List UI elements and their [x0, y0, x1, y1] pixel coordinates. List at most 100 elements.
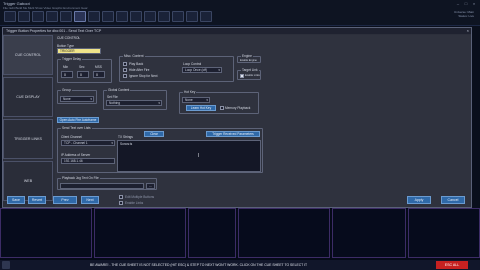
pencil-icon[interactable] [74, 11, 86, 22]
global-content-caption: Global Content [107, 88, 131, 92]
trigger-delay-group: Trigger Delay Min Sec MSS 0 0 0 [57, 57, 112, 83]
misc-content-group: Misc. Content Play Back Hide After Fire … [119, 54, 234, 82]
tab-cue-display[interactable]: CUE DISPLAY [3, 77, 53, 117]
app-menubar[interactable]: File: Edit Build Me Multi Show Video Gra… [3, 6, 88, 10]
tab-cue-control[interactable]: CUE CONTROL [3, 35, 53, 75]
tab-trigger-links[interactable]: TRIGGER LINKS [3, 119, 53, 159]
prev-button[interactable]: Prev [53, 196, 77, 204]
ip-address-label: IP Address of Server [61, 153, 91, 157]
ignore-stop-label: Ignore Stop for Next [129, 74, 158, 78]
save-button[interactable]: Save [7, 196, 25, 204]
hot-key-group: Hot Key None Learn Hot Key Memory Playba… [179, 90, 259, 114]
status-bar: BE AWARE! - THE CUE SHEET IS NOT SELECTE… [0, 260, 480, 270]
dialog-close-icon[interactable]: × [467, 28, 469, 34]
cue-cell[interactable] [188, 208, 236, 258]
client-channel-label: Client Channel [61, 135, 82, 139]
gear-icon[interactable] [200, 11, 212, 22]
playback-caption: Playback Jog Text On File [61, 176, 100, 180]
maximize-icon[interactable]: □ [462, 1, 470, 6]
ip-address-field[interactable]: 192.168.1.46 [61, 158, 115, 164]
group-section: Group None [57, 88, 97, 104]
cue-cell[interactable] [0, 208, 92, 258]
status-warning: BE AWARE! - THE CUE SHEET IS NOT SELECTE… [90, 263, 308, 267]
globe-icon[interactable] [158, 11, 170, 22]
engine-value[interactable]: Enable Engine [240, 59, 257, 62]
app-status-readout: Universe: Main Status: Live [454, 10, 474, 18]
trigger-delay-caption: Trigger Delay [61, 57, 83, 61]
next-button[interactable]: Next [81, 196, 99, 204]
button-type-field[interactable]: TRIGGER [57, 48, 101, 54]
apply-button[interactable]: Apply [407, 196, 431, 204]
cue-cell[interactable] [408, 208, 480, 258]
hide-after-fire-checkbox[interactable] [123, 68, 127, 72]
dialog-tabs: CUE CONTROL CUE DISPLAY TRIGGER LINKS WE… [3, 35, 53, 209]
trigger-received-button[interactable]: Trigger Received Parameters [206, 131, 260, 137]
sheet-icon[interactable] [46, 11, 58, 22]
grid-icon[interactable] [60, 11, 72, 22]
cue-grid [0, 208, 480, 260]
group-caption: Group [61, 88, 72, 92]
playback-group: Playback Jog Text On File ... [57, 176, 157, 190]
file-icon[interactable] [4, 11, 16, 22]
sec-label: Sec [79, 65, 85, 69]
ignore-stop-checkbox[interactable] [123, 74, 127, 78]
save-icon[interactable] [18, 11, 30, 22]
cancel-button[interactable]: Cancel [441, 196, 465, 204]
client-channel-select[interactable]: TCP - Channel 1 [61, 140, 115, 146]
hide-after-fire-label: Hide After Fire [129, 68, 150, 72]
panel-heading: CUE CONTROL [57, 36, 81, 40]
min-label: Min [63, 65, 69, 69]
tx-strings-textarea[interactable]: Sonos:is I [117, 140, 261, 172]
tag-icon[interactable] [88, 11, 100, 22]
tab-web[interactable]: WEB [3, 161, 53, 201]
loop-control-select[interactable]: Loop Once (off) [182, 67, 222, 73]
enable-links-label: Enable Links [245, 74, 260, 77]
minimize-icon[interactable]: – [454, 1, 462, 6]
cue-cell[interactable] [238, 208, 330, 258]
play-icon[interactable] [186, 11, 198, 22]
app-window: Trigger Gaboot File: Edit Build Me Multi… [0, 0, 480, 270]
cue-icon[interactable] [32, 11, 44, 22]
engine-caption: Engine [241, 54, 253, 58]
play-back-checkbox[interactable] [123, 62, 127, 66]
star-icon[interactable] [172, 11, 184, 22]
browse-button[interactable]: ... [146, 183, 155, 189]
edit-multiple-label: Edit Multiple Buttons [125, 195, 155, 199]
dialog-titlebar[interactable]: Trigger Button Properties for dbo:001 - … [3, 28, 471, 34]
cue-cell[interactable] [332, 208, 406, 258]
revert-button[interactable]: Revert [28, 196, 46, 204]
learn-hot-key-button[interactable]: Learn Hot Key [186, 105, 216, 111]
mss-label: MSS [95, 65, 102, 69]
edit-multiple-checkbox[interactable] [119, 195, 123, 199]
delay-sec-stepper[interactable]: 0 [77, 71, 89, 78]
tx-strings-label: TX Strings [118, 135, 133, 139]
delay-min-stepper[interactable]: 0 [61, 71, 73, 78]
global-content-select[interactable]: Nothing [106, 100, 162, 106]
memory-playback-checkbox[interactable] [220, 106, 224, 110]
tx-strings-value: Sonos:is [120, 142, 133, 146]
settings-icon[interactable] [102, 11, 114, 22]
cue-control-panel: CUE CONTROL Button Type TRIGGER Trigger … [55, 35, 471, 207]
hot-key-select[interactable]: None [182, 97, 210, 103]
open-autofire-button[interactable]: Open Auto Fire Autoframe [57, 117, 99, 123]
delay-mss-stepper[interactable]: 0 [93, 71, 105, 78]
trigger-properties-dialog: Trigger Button Properties for dbo:001 - … [2, 27, 472, 208]
close-icon[interactable]: × [470, 1, 478, 6]
cue-cell[interactable] [94, 208, 186, 258]
enable-links-checkbox[interactable] [240, 74, 244, 78]
image-icon[interactable] [116, 11, 128, 22]
send-text-group: Send Text over Lists Client Channel TCP … [57, 126, 263, 173]
bell-icon[interactable] [144, 11, 156, 22]
target-link-group: Target Link Enable Links [237, 68, 261, 80]
hot-key-caption: Hot Key [183, 90, 197, 94]
clear-button[interactable]: Clear [144, 131, 164, 137]
enable-links-bottom-label: Enable Links [125, 201, 144, 205]
playback-file-field[interactable] [60, 183, 144, 189]
dialog-title: Trigger Button Properties for dbo:001 - … [6, 29, 102, 33]
enable-links-bottom-checkbox[interactable] [119, 201, 123, 205]
text-cursor-icon: I [198, 153, 200, 159]
loop-control-label: Loop Control [183, 62, 202, 66]
list-icon[interactable] [130, 11, 142, 22]
esc-all-button[interactable]: ESC ALL [436, 261, 468, 269]
group-select[interactable]: None [60, 96, 94, 102]
